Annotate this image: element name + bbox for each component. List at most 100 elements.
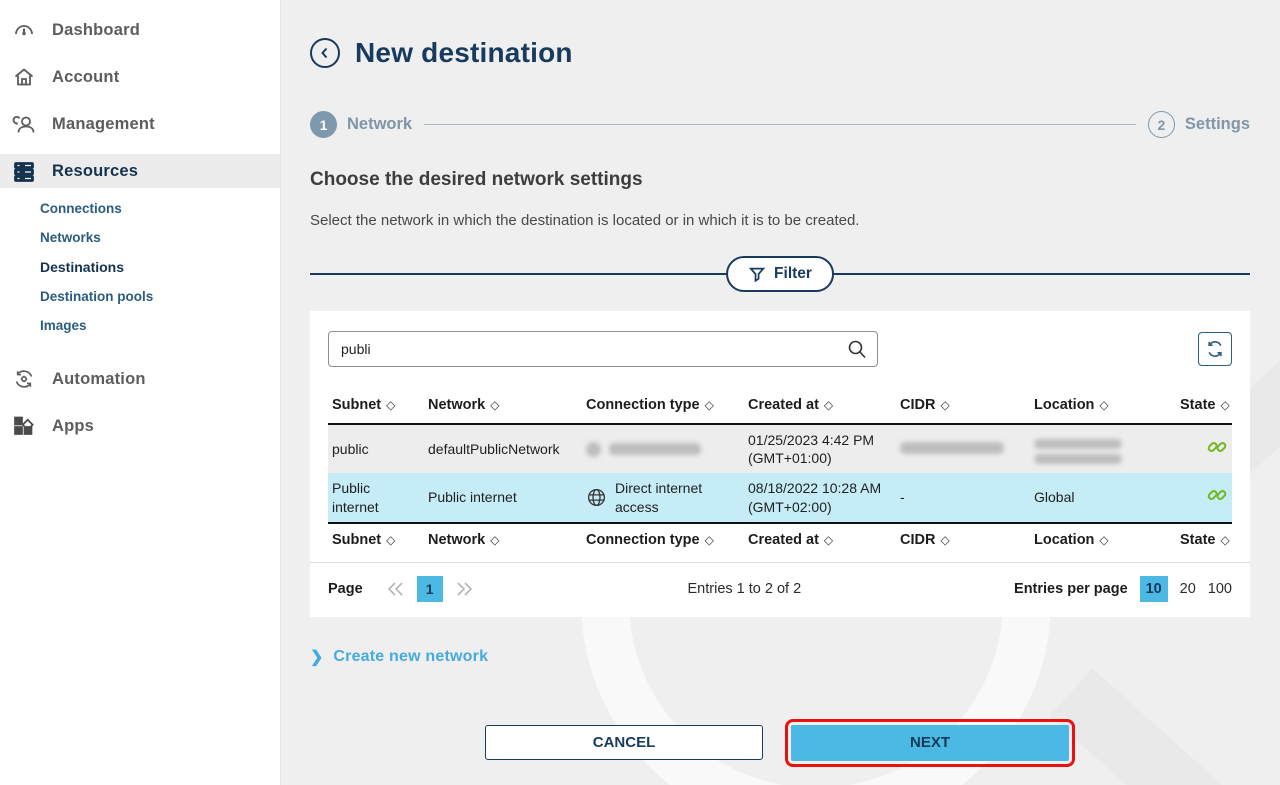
chevron-right-icon: ❯ (310, 647, 323, 667)
filter-divider: Filter (310, 256, 1250, 292)
network-table-panel: Subnet◇ Network◇ Connection type◇ Create… (310, 311, 1250, 617)
last-page-icon[interactable] (453, 580, 475, 598)
sort-icon[interactable]: ◇ (824, 533, 833, 547)
step-2-circle: 2 (1148, 111, 1175, 138)
first-page-icon[interactable] (385, 580, 407, 598)
col-cidr: CIDR (900, 397, 935, 413)
table-footer-header-row: Subnet◇ Network◇ Connection type◇ Create… (328, 523, 1232, 558)
sort-icon[interactable]: ◇ (490, 533, 499, 547)
search-input[interactable] (328, 331, 878, 367)
search-icon[interactable] (846, 338, 868, 360)
col-state: State (1180, 532, 1215, 548)
per-page-option-10[interactable]: 10 (1140, 576, 1168, 602)
chevron-left-icon (318, 46, 332, 60)
globe-icon (586, 487, 607, 508)
sidebar-item-automation[interactable]: Automation (0, 362, 280, 396)
per-page-option-20[interactable]: 20 (1180, 581, 1196, 597)
sidebar-item-label: Resources (52, 162, 138, 181)
sidebar-item-apps[interactable]: Apps (0, 409, 280, 443)
col-network: Network (428, 532, 485, 548)
page-title: New destination (355, 37, 573, 69)
sort-icon[interactable]: ◇ (1099, 398, 1108, 412)
redacted-value (609, 443, 701, 455)
col-network: Network (428, 397, 485, 413)
page-header: New destination (310, 0, 1250, 69)
cell-created-at: 01/25/2023 4:42 PM (GMT+01:00) (744, 424, 896, 473)
sidebar-item-account[interactable]: Account (0, 60, 280, 94)
sort-icon[interactable]: ◇ (824, 398, 833, 412)
cell-subnet: public (328, 424, 424, 473)
cell-connection-type: Direct internet access (582, 473, 744, 522)
sidebar-item-networks[interactable]: Networks (0, 223, 280, 252)
sort-icon[interactable]: ◇ (1220, 533, 1229, 547)
step-1-circle: 1 (310, 111, 337, 138)
redacted-value (900, 442, 1004, 454)
cell-network: defaultPublicNetwork (424, 424, 582, 473)
sidebar-item-label: Account (52, 68, 119, 87)
col-connection-type: Connection type (586, 397, 700, 413)
table-row-public[interactable]: public defaultPublicNetwork 01/25/2023 4… (328, 424, 1232, 473)
sort-icon[interactable]: ◇ (940, 398, 949, 412)
sort-icon[interactable]: ◇ (705, 398, 714, 412)
sidebar: Dashboard Account Management Resources (0, 0, 281, 785)
search-row (328, 331, 1232, 367)
refresh-icon (1205, 339, 1225, 359)
refresh-button[interactable] (1198, 332, 1232, 366)
sidebar-item-management[interactable]: Management (0, 107, 280, 141)
sort-icon[interactable]: ◇ (386, 533, 395, 547)
sidebar-item-connections[interactable]: Connections (0, 194, 280, 223)
sort-icon[interactable]: ◇ (386, 398, 395, 412)
gauge-icon (12, 18, 36, 42)
cancel-button[interactable]: CANCEL (485, 725, 763, 760)
redacted-value (1034, 439, 1122, 449)
back-button[interactable] (310, 38, 340, 68)
sort-icon[interactable]: ◇ (705, 533, 714, 547)
apps-icon (12, 414, 36, 438)
stepper-line (424, 124, 1136, 126)
link-icon (1206, 436, 1228, 458)
cell-state (1176, 424, 1232, 473)
sidebar-item-destination-pools[interactable]: Destination pools (0, 282, 280, 311)
step-1-label: Network (347, 115, 412, 134)
sort-icon[interactable]: ◇ (1099, 533, 1108, 547)
cell-network: Public internet (424, 473, 582, 522)
sidebar-item-label: Management (52, 115, 155, 134)
sidebar-item-label: Dashboard (52, 21, 140, 40)
cell-location: Global (1030, 473, 1176, 522)
sidebar-item-label: Automation (52, 370, 146, 389)
col-subnet: Subnet (332, 397, 381, 413)
sidebar-item-destinations[interactable]: Destinations (0, 252, 280, 282)
section-description: Select the network in which the destinat… (310, 212, 1250, 229)
redacted-icon (586, 442, 601, 457)
sidebar-item-images[interactable]: Images (0, 311, 280, 340)
servers-icon (12, 159, 36, 183)
main-content: New destination 1 Network 2 Settings Cho… (281, 0, 1280, 785)
create-link-label: Create new network (333, 648, 488, 666)
sort-icon[interactable]: ◇ (940, 533, 949, 547)
entries-per-page-label: Entries per page (1014, 581, 1128, 597)
table-header-row: Subnet◇ Network◇ Connection type◇ Create… (328, 389, 1232, 424)
per-page-option-100[interactable]: 100 (1208, 581, 1232, 597)
automation-icon (12, 367, 36, 391)
page-number-button[interactable]: 1 (417, 576, 443, 602)
link-icon (1206, 484, 1228, 506)
networks-table: Subnet◇ Network◇ Connection type◇ Create… (328, 389, 1232, 558)
sidebar-item-resources[interactable]: Resources (0, 154, 280, 188)
resources-subnav: Connections Networks Destinations Destin… (0, 194, 280, 340)
table-row-public-internet[interactable]: Public internet Public internet Direct i… (328, 473, 1232, 522)
next-button[interactable]: NEXT (791, 725, 1069, 761)
connection-type-text: Direct internet access (615, 479, 740, 515)
sidebar-item-label: Apps (52, 417, 94, 436)
pagination-bar: Page 1 Entries 1 to 2 of 2 Entries per p… (328, 563, 1232, 617)
col-subnet: Subnet (332, 532, 381, 548)
sort-icon[interactable]: ◇ (490, 398, 499, 412)
cell-state (1176, 473, 1232, 522)
filter-button[interactable]: Filter (726, 256, 834, 292)
sort-icon[interactable]: ◇ (1220, 398, 1229, 412)
cell-location-redacted (1030, 424, 1176, 473)
step-2-label: Settings (1185, 115, 1250, 134)
sidebar-item-dashboard[interactable]: Dashboard (0, 13, 280, 47)
section-heading: Choose the desired network settings (310, 169, 1250, 191)
users-icon (12, 112, 36, 136)
create-new-network-link[interactable]: ❯ Create new network (310, 647, 488, 667)
